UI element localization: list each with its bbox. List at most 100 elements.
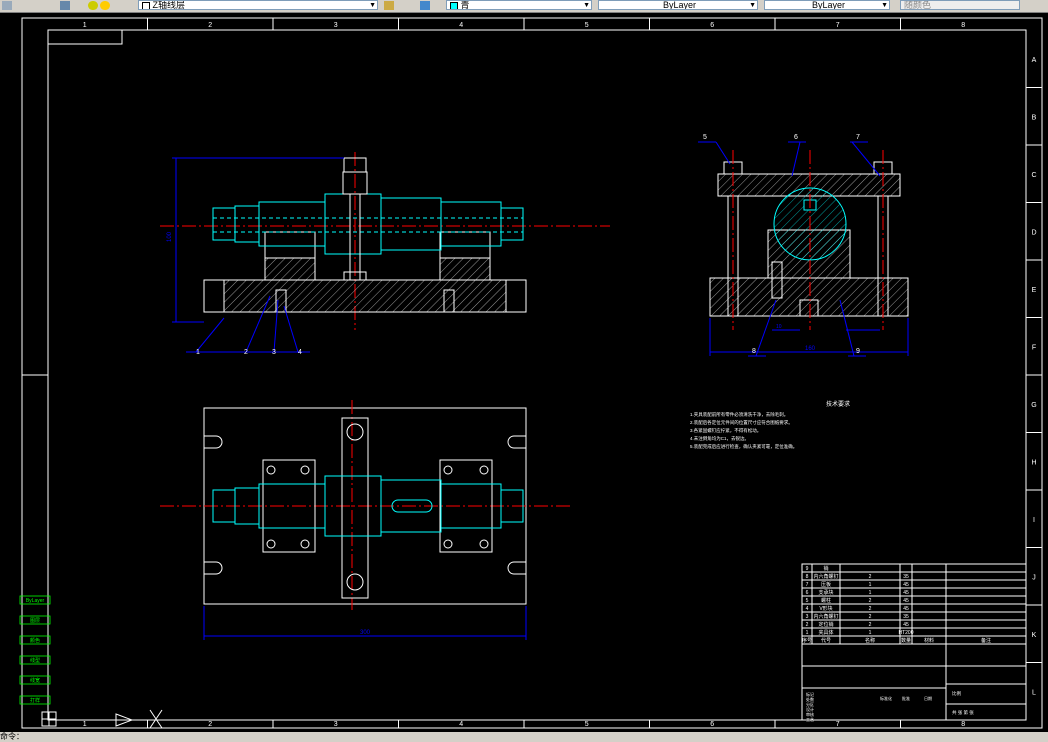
frame-row-labels: A B C D E F G H I J K L <box>22 57 1042 696</box>
bom-cell: 1 <box>869 590 872 596</box>
bom-cell: 45 <box>903 590 909 596</box>
layer-state-icon[interactable] <box>60 1 70 10</box>
title-block-cell: 日期 <box>924 695 932 701</box>
technical-notes: 技术要求 1.夹具装配前所有零件必须清洗干净，去除毛刺。2.装配后各定位元件间的… <box>690 400 850 450</box>
lineweight-combo[interactable]: ByLayer ▼ <box>764 0 890 10</box>
frame-row-label: F <box>1032 344 1036 351</box>
title-block-cell: 标准化 <box>880 695 892 701</box>
frame-column-label: 2 <box>208 22 212 29</box>
bom-cell: 2 <box>869 622 872 628</box>
notes-title: 技术要求 <box>826 400 850 408</box>
bom-cell: 序号 <box>802 637 812 644</box>
color-swatch <box>450 1 458 9</box>
front-vblock-right <box>439 257 491 281</box>
front-height-dim-text: 100 <box>167 231 173 242</box>
linetype-combo-value: ByLayer <box>662 0 697 10</box>
bom-cell: 2 <box>869 614 872 620</box>
bom-cell: 定位销 <box>818 621 833 628</box>
title-block-cell: 工艺 <box>806 717 814 722</box>
bom-cell: 9 <box>806 566 809 572</box>
frame-column-label: 7 <box>836 721 840 728</box>
bom-cell: 35 <box>903 574 909 580</box>
plotstyle-combo-value: 随颜色 <box>904 0 932 10</box>
balloon-label: 5 <box>703 134 707 141</box>
color-combo[interactable]: 青 ▼ <box>446 0 592 10</box>
frame-row-label: J <box>1032 574 1036 581</box>
layer-manager-icon[interactable] <box>2 1 12 10</box>
layer-combo[interactable]: Z轴线层 ▼ <box>138 0 378 10</box>
balloon-label: 9 <box>856 348 860 355</box>
sidebar-label: 颜色 <box>30 637 40 644</box>
bom-cell: 2 <box>869 574 872 580</box>
layer-previous-icon[interactable] <box>420 1 430 10</box>
frame-column-label: 7 <box>836 22 840 29</box>
frame-row-label: A <box>1032 57 1037 64</box>
side-small-dim-text: 10 <box>776 324 782 330</box>
bom-cell: 名称 <box>865 637 875 644</box>
front-support-left <box>264 231 316 259</box>
frame-row-label: L <box>1032 689 1036 696</box>
balloon-label: 1 <box>196 349 200 356</box>
chevron-down-icon[interactable]: ▼ <box>749 1 756 9</box>
bom-cell: 2 <box>869 598 872 604</box>
layer-combo-value: Z轴线层 <box>152 0 186 10</box>
title-block-cell: 批准 <box>902 695 910 701</box>
plan-view: 300 <box>160 400 570 640</box>
sidebar-label: 图层 <box>30 618 40 624</box>
layer-freeze-icon[interactable] <box>100 1 110 10</box>
bom-cell: 2 <box>806 622 809 628</box>
chevron-down-icon[interactable]: ▼ <box>369 1 376 9</box>
frame-row-label: H <box>1031 459 1036 466</box>
notes-line: 2.装配后各定位元件间的位置尺寸应符合图纸要求。 <box>690 419 793 426</box>
sidebar-label: 线型 <box>30 657 40 664</box>
bom-cell: 代号 <box>821 637 831 644</box>
bom-cell: 45 <box>903 622 909 628</box>
frame-row-label: G <box>1031 402 1036 409</box>
bom-cell: 夹具体 <box>818 629 833 636</box>
bom-cell: 45 <box>903 606 909 612</box>
command-prompt: 命令： <box>0 732 24 741</box>
notes-line: 5.装配完成后应进行检查，确认夹紧可靠，定位准确。 <box>690 443 797 450</box>
bom-cell: 6 <box>806 590 809 596</box>
bom-cell: 压板 <box>821 581 831 588</box>
frame-column-label: 1 <box>83 22 87 29</box>
front-view: 100 1 2 3 4 <box>160 152 610 356</box>
frame-column-label: 8 <box>961 721 965 728</box>
balloon-label: 6 <box>794 134 798 141</box>
bom-cell: 螺柱 <box>821 597 831 604</box>
frame-column-label: 5 <box>585 22 589 29</box>
frame-row-label: K <box>1032 632 1037 639</box>
frame-row-label: E <box>1032 287 1037 294</box>
frame-column-label: 3 <box>334 721 338 728</box>
chevron-down-icon[interactable]: ▼ <box>881 1 888 9</box>
lineweight-combo-value: ByLayer <box>811 0 846 10</box>
sidebar-label: 打样 <box>30 697 40 704</box>
drawing-frame <box>21 17 1043 729</box>
command-line[interactable]: 命令： <box>0 732 1048 742</box>
chevron-down-icon[interactable]: ▼ <box>583 1 590 9</box>
linetype-combo[interactable]: ByLayer ▼ <box>598 0 758 10</box>
balloon-label: 4 <box>298 349 302 356</box>
bom-cell: 1 <box>806 630 809 636</box>
bom-cell: 销 <box>823 565 828 572</box>
model-space-icon <box>115 709 163 729</box>
frame-column-label: 6 <box>710 22 714 29</box>
bom-cell: 3 <box>806 614 809 620</box>
front-vblock-left <box>264 257 316 281</box>
frame-column-label: 6 <box>710 721 714 728</box>
bom-cell: 1 <box>869 582 872 588</box>
balloon-label: 3 <box>272 349 276 356</box>
balloon-label: 8 <box>752 348 756 355</box>
color-combo-value: 青 <box>460 0 470 10</box>
frame-row-label: I <box>1033 517 1035 524</box>
frame-column-label: 5 <box>585 721 589 728</box>
title-block-sheet-label: 共 张 第 张 <box>952 709 974 716</box>
make-current-icon[interactable] <box>384 1 394 10</box>
plan-nut-top <box>346 423 364 441</box>
plotstyle-combo: 随颜色 <box>900 0 1020 10</box>
frame-column-label: 4 <box>459 721 463 728</box>
drawing-canvas[interactable]: 12345678 12345678 ABCDEFGHIJKL 100 1 2 3… <box>0 12 1048 732</box>
frame-row-label: D <box>1031 229 1036 236</box>
front-base-hatch <box>223 279 507 313</box>
layer-on-icon[interactable] <box>88 1 98 10</box>
